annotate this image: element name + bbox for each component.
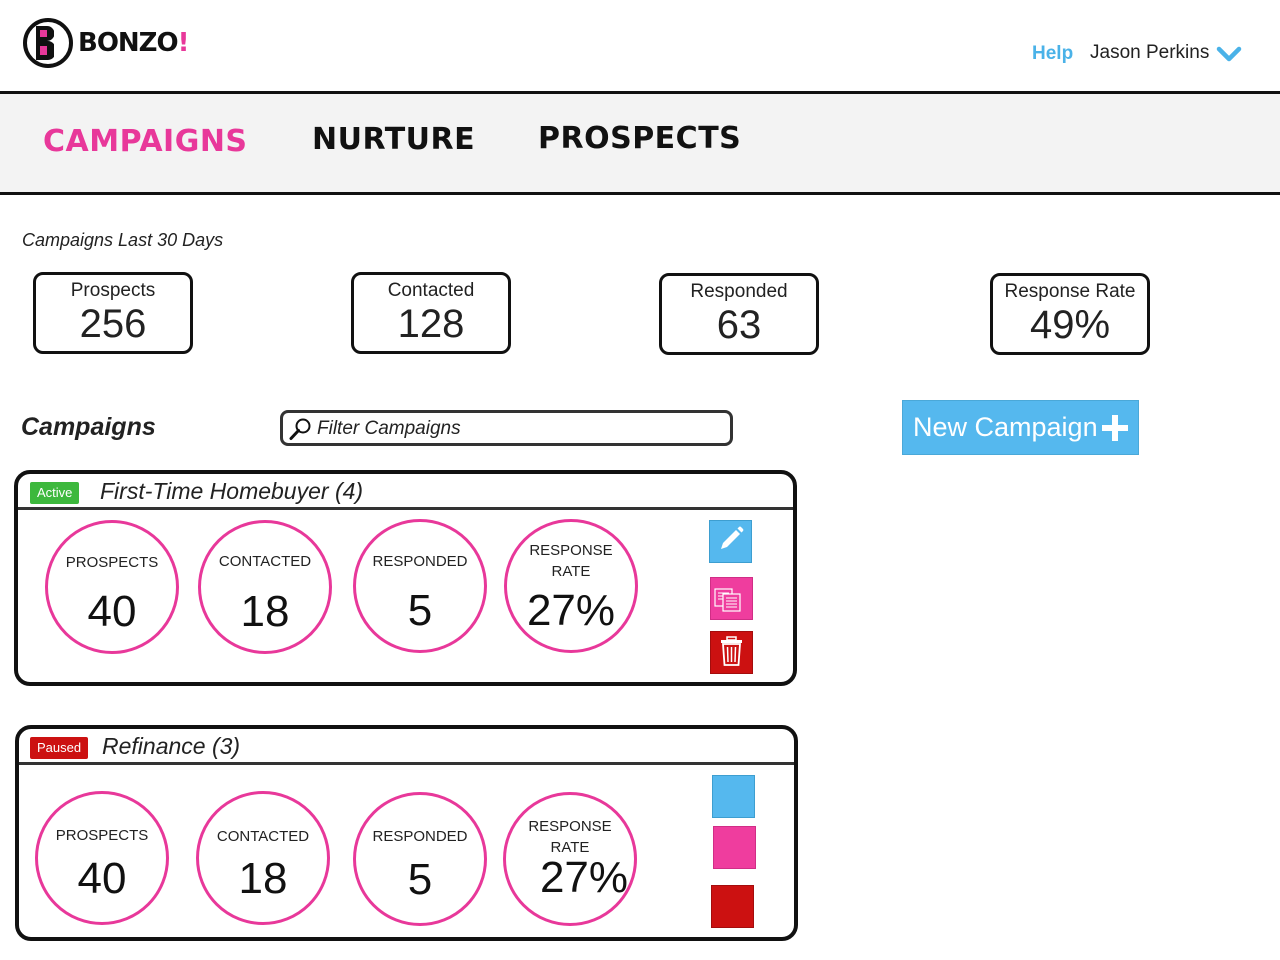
metric-circle-response-rate: RESPONSE RATE 27% [504, 519, 638, 653]
metric-label: PROSPECTS [55, 827, 149, 844]
stat-value: 128 [397, 302, 465, 346]
stat-card-prospects: Prospects 256 [33, 272, 193, 354]
metric-label: RESPONDED [372, 553, 468, 570]
campaigns-title: Campaigns [21, 413, 156, 441]
campaign-name[interactable]: Refinance (3) [102, 733, 240, 760]
stat-label: Contacted [387, 280, 475, 301]
delete-button[interactable] [711, 885, 754, 928]
duplicate-button-icon [713, 826, 756, 869]
campaign-name[interactable]: First-Time Homebuyer (4) [100, 478, 363, 505]
new-campaign-label: New Campaign [913, 412, 1098, 442]
campaign-header: Active First-Time Homebuyer (4) [18, 474, 793, 510]
new-campaign-button[interactable]: New Campaign [902, 400, 1139, 455]
metric-value: 18 [240, 587, 290, 636]
stat-card-responded: Responded 63 [659, 273, 819, 355]
tab-campaigns[interactable]: CAMPAIGNS [43, 124, 248, 159]
delete-button-icon [711, 885, 754, 928]
chevron-down-icon[interactable] [1216, 46, 1242, 62]
copy-icon [710, 577, 753, 620]
stat-value: 63 [716, 303, 762, 347]
duplicate-button[interactable] [713, 826, 756, 869]
campaign-card: Paused Refinance (3) PROSPECTS 40 CONTAC… [15, 725, 798, 941]
metric-value: 18 [238, 854, 288, 903]
brand-name-text: BONZO [78, 28, 179, 58]
metric-value: 5 [407, 586, 433, 635]
edit-button-icon [712, 775, 755, 818]
stat-label: Prospects [70, 280, 156, 301]
status-badge: Paused [30, 737, 89, 759]
metric-circle-contacted: CONTACTED 18 [196, 791, 330, 925]
edit-button[interactable] [709, 520, 752, 563]
metric-circle-prospects: PROSPECTS 40 [35, 791, 169, 925]
metric-label: RESPONSE [529, 542, 613, 559]
metric-circle-responded: RESPONDED 5 [353, 792, 487, 926]
duplicate-button[interactable] [710, 577, 753, 620]
filter-campaigns-field[interactable] [280, 410, 733, 446]
metric-value: 40 [77, 854, 127, 903]
tab-prospects[interactable]: PROSPECTS [538, 121, 741, 156]
metric-value: 40 [87, 587, 137, 636]
metric-label: RATE [551, 563, 591, 580]
stat-label: Response Rate [1004, 281, 1136, 302]
delete-button[interactable] [710, 631, 753, 674]
pencil-icon [709, 520, 752, 563]
metric-value: 27% [539, 853, 629, 902]
plus-icon [1102, 415, 1128, 441]
filter-campaigns-input[interactable] [317, 416, 717, 442]
brand-bang: ! [177, 28, 190, 58]
edit-button[interactable] [712, 775, 755, 818]
metric-label: CONTACTED [216, 828, 310, 845]
campaign-header: Paused Refinance (3) [19, 729, 794, 765]
metric-label: PROSPECTS [65, 554, 159, 571]
brand-name[interactable]: BONZO! [78, 28, 189, 58]
stat-value: 49% [1029, 303, 1111, 347]
metric-value: 27% [526, 586, 616, 635]
metric-label: RESPONDED [372, 828, 468, 845]
metric-circle-contacted: CONTACTED 18 [198, 520, 332, 654]
metric-circle-prospects: PROSPECTS 40 [45, 520, 179, 654]
stat-value: 256 [79, 302, 147, 346]
stat-card-contacted: Contacted 128 [351, 272, 511, 354]
bonzo-logo-icon[interactable] [23, 18, 73, 68]
main-nav: CAMPAIGNS NURTURE PROSPECTS [0, 91, 1280, 195]
tab-nurture[interactable]: NURTURE [312, 122, 475, 157]
metric-circle-response-rate: RESPONSE RATE 27% [503, 792, 637, 926]
metric-label: RESPONSE [528, 818, 612, 835]
metric-label: CONTACTED [218, 553, 312, 570]
trash-icon [710, 631, 753, 674]
user-name[interactable]: Jason Perkins [1090, 42, 1209, 64]
search-icon [289, 418, 311, 440]
stat-label: Responded [690, 281, 788, 302]
metric-value: 5 [407, 855, 433, 904]
help-link[interactable]: Help [1032, 43, 1073, 65]
stat-card-response-rate: Response Rate 49% [990, 273, 1150, 355]
status-badge: Active [30, 482, 80, 504]
campaign-card: Active First-Time Homebuyer (4) PROSPECT… [14, 470, 797, 686]
metric-circle-responded: RESPONDED 5 [353, 519, 487, 653]
summary-label: Campaigns Last 30 Days [22, 230, 224, 250]
